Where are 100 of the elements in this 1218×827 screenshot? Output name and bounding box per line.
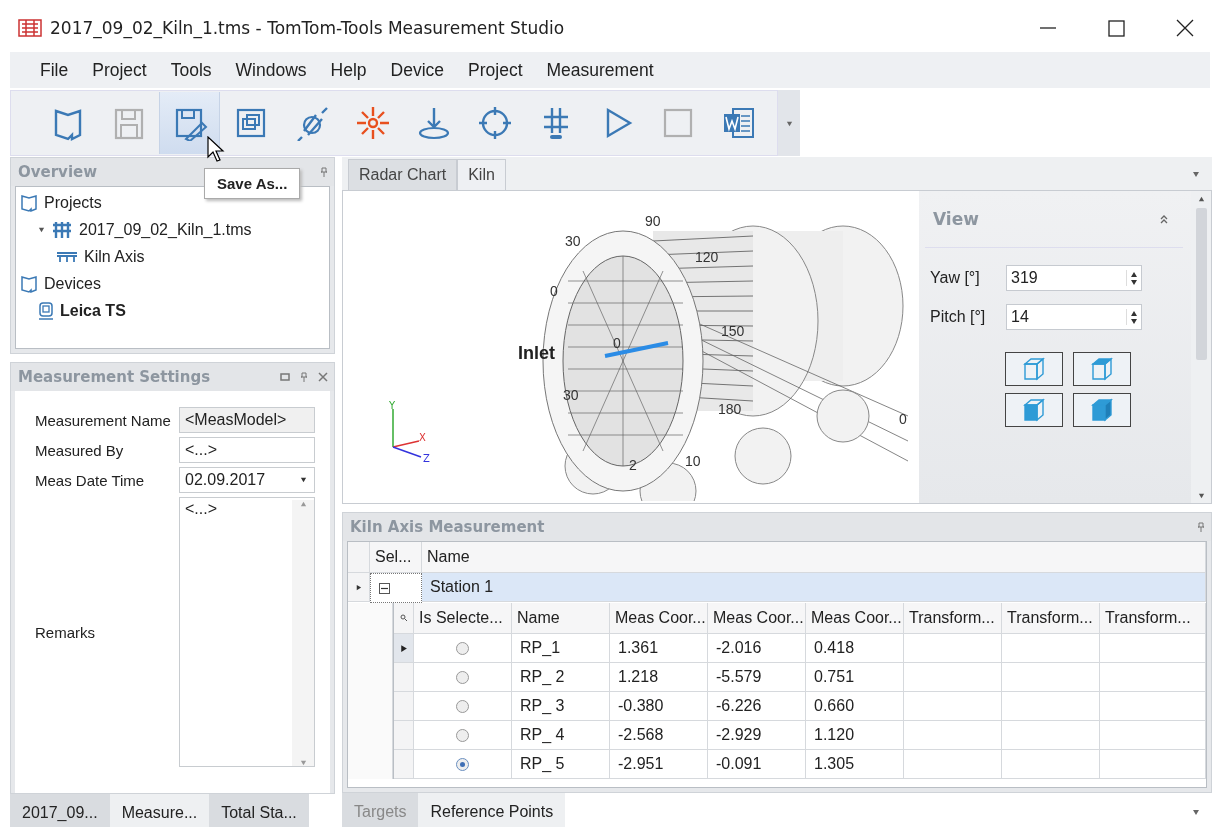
scale-label: 150 <box>721 323 745 339</box>
panel-title: Measurement Settings <box>18 368 211 386</box>
column-header[interactable]: Transform... <box>1100 603 1206 634</box>
book-icon <box>20 193 38 212</box>
tree-item[interactable]: Kiln Axis <box>84 247 145 266</box>
column-header[interactable]: Name <box>512 603 610 634</box>
radio-button[interactable] <box>456 641 469 655</box>
overflow-icon[interactable] <box>785 119 793 127</box>
panel-tab[interactable]: Reference Points <box>418 793 566 827</box>
app-icon <box>18 18 42 38</box>
column-header[interactable]: Meas Coor... <box>806 603 904 634</box>
collapse-button[interactable] <box>379 582 390 594</box>
view-cube-icon <box>1089 397 1115 423</box>
table-cell: 1.305 <box>806 750 904 779</box>
field-label: Meas Date Time <box>35 471 146 489</box>
menu-item[interactable]: Project <box>458 55 533 85</box>
column-header[interactable]: Name <box>422 542 1206 573</box>
tree-item[interactable]: Devices <box>44 274 101 293</box>
float-icon[interactable] <box>280 373 290 381</box>
table-cell: 1.361 <box>610 634 708 663</box>
panel-title: Kiln Axis Measurement <box>350 518 545 536</box>
panel-tab[interactable]: Measure... <box>109 794 210 827</box>
table-cell: RP_ 3 <box>512 692 610 721</box>
device-icon <box>38 301 54 320</box>
toolbar-button[interactable] <box>159 92 220 154</box>
dropdown-icon[interactable] <box>1192 808 1200 816</box>
panel-tab[interactable]: 2017_09... <box>10 794 110 827</box>
table-cell: 0.418 <box>806 634 904 663</box>
search-icon[interactable] <box>399 614 408 622</box>
document-tab[interactable]: Radar Chart <box>348 159 458 190</box>
column-header[interactable]: Is Selecte... <box>414 603 512 634</box>
radio-button[interactable] <box>456 699 469 713</box>
row-header[interactable] <box>394 634 414 663</box>
column-header[interactable]: Transform... <box>1002 603 1100 634</box>
close-icon[interactable] <box>318 372 328 382</box>
view-button[interactable] <box>1005 352 1063 386</box>
scale-label: 30 <box>563 387 579 403</box>
menu-item[interactable]: Help <box>320 55 377 85</box>
date-field[interactable]: 02.09.2017 <box>179 467 315 493</box>
spin-field[interactable]: 14 <box>1006 303 1142 330</box>
panel-title: Overview <box>18 163 98 181</box>
panel-title: View <box>933 209 979 229</box>
menu-item[interactable]: Device <box>380 55 455 85</box>
tree-item[interactable]: 2017_09_02_Kiln_1.tms <box>79 220 252 239</box>
scale-label: 180 <box>718 401 742 417</box>
expander-icon[interactable] <box>38 226 45 233</box>
scale-label: 0 <box>613 335 621 351</box>
pin-icon[interactable] <box>1197 522 1205 532</box>
group-row[interactable]: Station 1 <box>422 573 1206 602</box>
scale-label: 10 <box>685 453 701 469</box>
collapse-icon[interactable] <box>1159 214 1169 224</box>
spin-field[interactable]: 319 <box>1006 264 1142 291</box>
target-icon <box>476 105 513 141</box>
column-header[interactable]: Transform... <box>904 603 1002 634</box>
view-cube-icon <box>1089 356 1115 382</box>
scrollbar[interactable] <box>1191 191 1211 503</box>
scroll-up-icon[interactable] <box>1197 195 1205 202</box>
input-field[interactable]: <MeasModel> <box>179 407 315 433</box>
pin-icon[interactable] <box>300 372 308 382</box>
scale-label: 0 <box>550 283 558 299</box>
table-cell: -5.579 <box>708 663 806 692</box>
laser-icon <box>354 105 391 141</box>
table-cell: RP_ 5 <box>512 750 610 779</box>
row-indicator-icon[interactable] <box>399 643 408 653</box>
column-header[interactable]: Meas Coor... <box>708 603 806 634</box>
inlet-label: Inlet <box>518 343 555 364</box>
table-cell: -6.226 <box>708 692 806 721</box>
view-button[interactable] <box>1005 393 1063 427</box>
menu-item[interactable]: Project <box>82 55 157 85</box>
kiln-icon <box>51 220 73 239</box>
cursor-icon <box>207 136 227 164</box>
field-label: Pitch [°] <box>929 307 987 326</box>
tree-item[interactable]: Leica TS <box>60 301 126 320</box>
table-cell: -0.380 <box>610 692 708 721</box>
radio-button[interactable] <box>456 757 469 771</box>
view-cube-icon <box>1021 397 1047 423</box>
view-cube-icon <box>1021 356 1047 382</box>
menu-item[interactable]: Measurement <box>536 55 664 85</box>
table-cell: -2.951 <box>610 750 708 779</box>
menu-item[interactable]: Tools <box>160 55 222 85</box>
scroll-down-icon[interactable] <box>1197 492 1205 499</box>
column-header[interactable]: Meas Coor... <box>610 603 708 634</box>
document-tab[interactable]: Kiln <box>457 159 506 190</box>
radio-button[interactable] <box>456 670 469 684</box>
menu-item[interactable]: Windows <box>225 55 317 85</box>
axis-icon <box>56 250 78 263</box>
dropdown-icon[interactable] <box>299 476 307 483</box>
row-indicator-icon[interactable] <box>355 583 362 591</box>
window-title: 2017_09_02_Kiln_1.tms - TomTom-Tools Measurement Studio <box>50 18 565 38</box>
table-cell: -2.016 <box>708 634 806 663</box>
radio-button[interactable] <box>456 728 469 742</box>
menu-item[interactable]: File <box>30 55 79 85</box>
view-button[interactable] <box>1073 352 1131 386</box>
tree-item[interactable]: Projects <box>44 193 102 212</box>
pin-icon[interactable] <box>320 167 328 177</box>
panel-tab[interactable]: Total Sta... <box>209 794 309 827</box>
input-field[interactable]: <...> <box>179 437 315 463</box>
column-header[interactable]: Sel... <box>370 542 422 573</box>
scroll-thumb[interactable] <box>1195 208 1207 360</box>
view-button[interactable] <box>1073 393 1131 427</box>
